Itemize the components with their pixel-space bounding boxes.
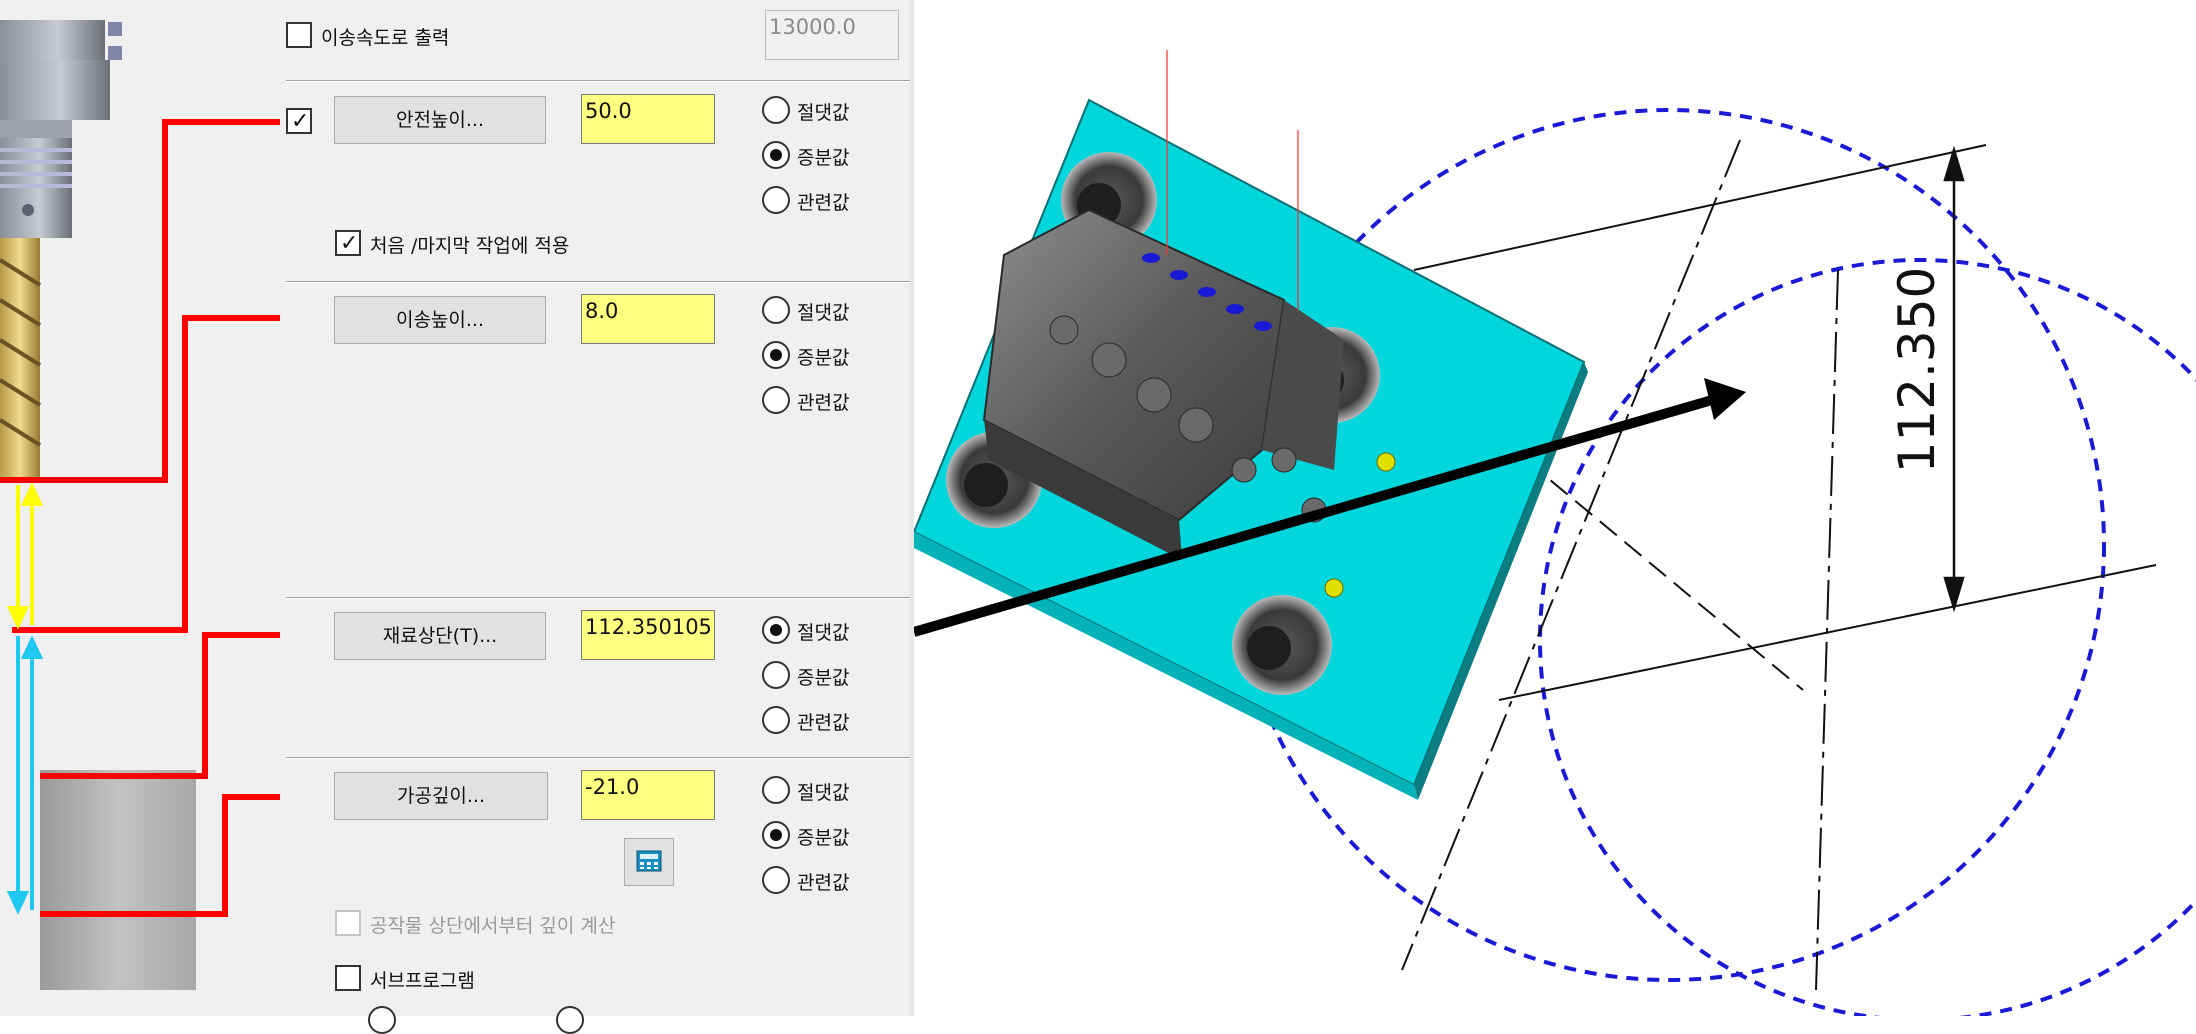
top-of-stock-incremental-label: 증분값: [797, 667, 850, 689]
top-of-stock-incremental-radio[interactable]: [762, 661, 790, 689]
divider: [286, 281, 910, 283]
linking-parameters-panel: 이송속도로 출력 13000.0 ✓ 안전높이... 50.0 절댓값 증분값 …: [280, 0, 910, 1034]
clearance-absolute-label: 절댓값: [797, 102, 850, 124]
clearance-enable-checkbox[interactable]: ✓: [286, 108, 312, 134]
retract-field[interactable]: 8.0: [581, 294, 715, 344]
retract-associative-radio[interactable]: [762, 386, 790, 414]
divider: [286, 80, 910, 82]
clearance-absolute-radio[interactable]: [762, 96, 790, 124]
output-rate-field[interactable]: 13000.0: [765, 10, 899, 60]
height-illustration: [0, 0, 280, 1016]
retract-absolute-label: 절댓값: [797, 302, 850, 324]
subprogram-checkbox[interactable]: [335, 965, 361, 991]
top-of-stock-associative-radio[interactable]: [762, 706, 790, 734]
clearance-field[interactable]: 50.0: [581, 94, 715, 144]
retract-incremental-radio[interactable]: [762, 341, 790, 369]
clearance-incremental-label: 증분값: [797, 147, 850, 169]
top-of-stock-absolute-label: 절댓값: [797, 622, 850, 644]
calc-depth-from-top-label: 공작물 상단에서부터 깊이 계산: [370, 915, 616, 937]
feed-arrows: [6, 635, 44, 915]
calculator-button[interactable]: [624, 838, 674, 886]
clearance-button[interactable]: 안전높이...: [334, 96, 546, 144]
clearance-associative-label: 관련값: [797, 192, 850, 214]
top-of-stock-button[interactable]: 재료상단(T)...: [334, 612, 546, 660]
rapid-arrows: [6, 482, 44, 630]
retract-associative-label: 관련값: [797, 392, 850, 414]
divider: [286, 597, 910, 599]
subprogram-label: 서브프로그램: [370, 970, 475, 992]
output-rate-checkbox[interactable]: [286, 22, 312, 48]
top-of-stock-associative-label: 관련값: [797, 712, 850, 734]
subprogram-option-radio[interactable]: [556, 1006, 584, 1034]
apply-first-last-checkbox[interactable]: ✓: [335, 230, 361, 256]
stock-block: [40, 770, 196, 990]
apply-first-last-label: 처음 /마지막 작업에 적용: [370, 235, 570, 257]
drill-icon: [0, 238, 42, 480]
clearance-associative-radio[interactable]: [762, 186, 790, 214]
depth-incremental-radio[interactable]: [762, 821, 790, 849]
dimension-label: 112.350: [1888, 267, 1946, 474]
depth-absolute-radio[interactable]: [762, 776, 790, 804]
divider: [286, 757, 910, 759]
depth-field[interactable]: -21.0: [581, 770, 715, 820]
depth-button[interactable]: 가공깊이...: [334, 772, 548, 820]
retract-button[interactable]: 이송높이...: [334, 296, 546, 344]
dimension-line: [1943, 145, 1965, 613]
calculator-icon: [636, 850, 662, 872]
checkmark-icon: ✓: [291, 109, 310, 134]
cad-viewport[interactable]: 112.350: [912, 0, 2196, 1022]
depth-incremental-label: 증분값: [797, 827, 850, 849]
calc-depth-from-top-checkbox[interactable]: [335, 910, 361, 936]
depth-absolute-label: 절댓값: [797, 782, 850, 804]
subprogram-option-radio[interactable]: [368, 1006, 396, 1034]
top-of-stock-absolute-radio[interactable]: [762, 616, 790, 644]
checkmark-icon: ✓: [340, 231, 359, 256]
depth-associative-radio[interactable]: [762, 866, 790, 894]
retract-incremental-label: 증분값: [797, 347, 850, 369]
clearance-incremental-radio[interactable]: [762, 141, 790, 169]
retract-absolute-radio[interactable]: [762, 296, 790, 324]
tool-holder-icon: [0, 20, 122, 238]
depth-associative-label: 관련값: [797, 872, 850, 894]
output-rate-label: 이송속도로 출력: [321, 27, 450, 49]
top-of-stock-field[interactable]: 112.350105: [581, 610, 715, 660]
construction-lines: [1401, 139, 2157, 991]
